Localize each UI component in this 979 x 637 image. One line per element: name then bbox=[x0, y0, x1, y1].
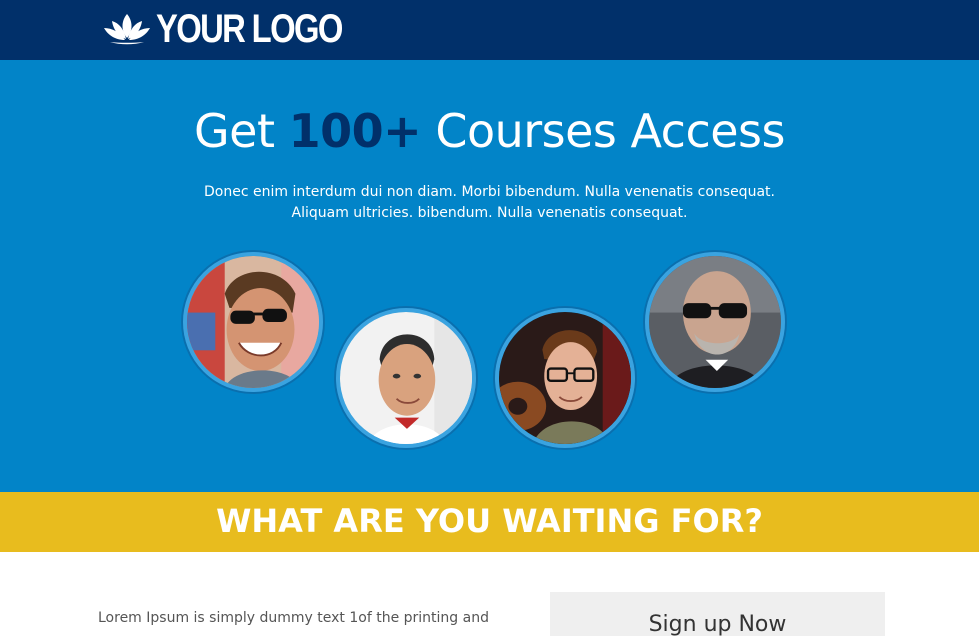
intro-paragraph: Lorem Ipsum is simply dummy text 1of the… bbox=[98, 610, 489, 626]
logo-text: YOUR LOGO bbox=[156, 6, 343, 51]
hero-title-highlight: 100+ bbox=[288, 104, 422, 158]
top-header: YOUR LOGO bbox=[0, 0, 979, 60]
instructor-photo-2 bbox=[336, 308, 476, 448]
man-glasses-guitar-image bbox=[499, 312, 631, 444]
instructor-photo-3 bbox=[495, 308, 635, 448]
hero-subtitle-line-2: Aliquam ultricies. bibendum. Nulla venen… bbox=[291, 205, 688, 221]
cta-banner-text: WHAT ARE YOU WAITING FOR? bbox=[216, 502, 763, 540]
instructor-photo-4 bbox=[645, 252, 785, 392]
man-sunglasses-smiling-image bbox=[187, 256, 319, 388]
cta-banner: WHAT ARE YOU WAITING FOR? bbox=[0, 492, 979, 552]
man-smiling-portrait-image bbox=[340, 312, 472, 444]
instructor-photo-1 bbox=[183, 252, 323, 392]
hero-title: Get 100+ Courses Access bbox=[0, 104, 979, 158]
hero-subtitle: Donec enim interdum dui non diam. Morbi … bbox=[0, 182, 979, 224]
hero-title-prefix: Get bbox=[194, 104, 289, 158]
hero-title-suffix: Courses Access bbox=[421, 104, 785, 158]
hero-section: Get 100+ Courses Access Donec enim inter… bbox=[0, 60, 979, 492]
bald-man-sunglasses-image bbox=[649, 256, 781, 388]
signup-title: Sign up Now bbox=[648, 612, 787, 637]
site-logo[interactable]: YOUR LOGO bbox=[102, 6, 382, 52]
hero-subtitle-line-1: Donec enim interdum dui non diam. Morbi … bbox=[204, 184, 775, 200]
lotus-icon bbox=[104, 14, 150, 45]
signup-form-panel: Sign up Now bbox=[550, 592, 885, 637]
